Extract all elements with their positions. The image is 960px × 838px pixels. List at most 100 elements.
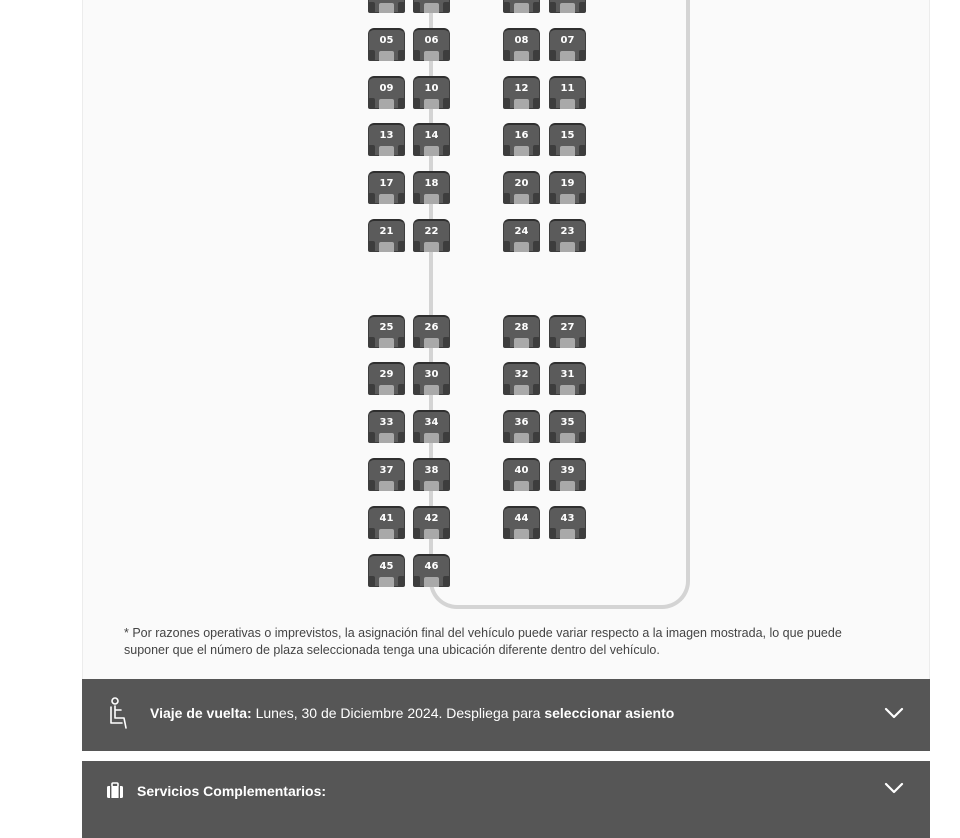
seat-cushion (424, 481, 439, 491)
seat-number: 16 (514, 130, 529, 141)
seat-07[interactable]: 07 (549, 28, 586, 61)
seat-armrest (413, 193, 420, 204)
seat-09[interactable]: 09 (368, 76, 405, 109)
seat-13[interactable]: 13 (368, 123, 405, 156)
seat-number: 40 (514, 465, 529, 476)
seat-15[interactable]: 15 (549, 123, 586, 156)
seat-armrest (443, 528, 450, 539)
seat-32[interactable]: 32 (503, 362, 540, 395)
seat-armrest (413, 50, 420, 61)
seat-29[interactable]: 29 (368, 362, 405, 395)
seat-armrest (443, 241, 450, 252)
seat-cushion (424, 529, 439, 539)
seat-armrest (443, 337, 450, 348)
seat-01[interactable]: 01 (368, 0, 405, 13)
chevron-down-icon[interactable] (884, 707, 904, 719)
seat-05[interactable]: 05 (368, 28, 405, 61)
seat-06[interactable]: 06 (413, 28, 450, 61)
seat-10[interactable]: 10 (413, 76, 450, 109)
seat-25[interactable]: 25 (368, 315, 405, 348)
seat-18[interactable]: 18 (413, 171, 450, 204)
return-trip-accordion[interactable]: Viaje de vuelta: Lunes, 30 de Diciembre … (82, 679, 930, 751)
seat-cushion (560, 529, 575, 539)
seat-armrest (579, 337, 586, 348)
seat-31[interactable]: 31 (549, 362, 586, 395)
seat-40[interactable]: 40 (503, 458, 540, 491)
seat-44[interactable]: 44 (503, 506, 540, 539)
seat-armrest (368, 145, 375, 156)
seat-armrest (398, 50, 405, 61)
seat-28[interactable]: 28 (503, 315, 540, 348)
seat-12[interactable]: 12 (503, 76, 540, 109)
seat-armrest (533, 480, 540, 491)
seat-armrest (579, 384, 586, 395)
seat-number: 32 (514, 369, 529, 380)
seat-armrest (398, 576, 405, 587)
seat-14[interactable]: 14 (413, 123, 450, 156)
seat-cushion (560, 99, 575, 109)
seat-45[interactable]: 45 (368, 554, 405, 587)
seat-08[interactable]: 08 (503, 28, 540, 61)
seat-cushion (514, 3, 529, 13)
seat-36[interactable]: 36 (503, 410, 540, 443)
seat-armrest (443, 432, 450, 443)
seat-23[interactable]: 23 (549, 219, 586, 252)
seat-43[interactable]: 43 (549, 506, 586, 539)
seat-26[interactable]: 26 (413, 315, 450, 348)
extras-label: Servicios Complementarios: (137, 783, 327, 799)
seat-22[interactable]: 22 (413, 219, 450, 252)
seat-cushion (379, 242, 394, 252)
extras-accordion[interactable]: Servicios Complementarios: (82, 761, 930, 838)
seat-cushion (379, 338, 394, 348)
seat-39[interactable]: 39 (549, 458, 586, 491)
seat-armrest (533, 2, 540, 13)
seat-armrest (368, 337, 375, 348)
seat-number: 34 (424, 417, 439, 428)
seat-armrest (579, 98, 586, 109)
return-trip-date: Lunes, 30 de Diciembre 2024. Despliega p… (255, 705, 541, 721)
seat-35[interactable]: 35 (549, 410, 586, 443)
seat-38[interactable]: 38 (413, 458, 450, 491)
seat-cushion (379, 481, 394, 491)
seat-34[interactable]: 34 (413, 410, 450, 443)
seat-02[interactable]: 02 (413, 0, 450, 13)
seat-33[interactable]: 33 (368, 410, 405, 443)
seat-cushion (514, 146, 529, 156)
seat-cushion (514, 99, 529, 109)
seat-41[interactable]: 41 (368, 506, 405, 539)
seat-cushion (514, 242, 529, 252)
seat-17[interactable]: 17 (368, 171, 405, 204)
seat-04[interactable]: 04 (503, 0, 540, 13)
seat-03[interactable]: 03 (549, 0, 586, 13)
seat-armrest (503, 145, 510, 156)
seat-46[interactable]: 46 (413, 554, 450, 587)
seat-30[interactable]: 30 (413, 362, 450, 395)
seat-42[interactable]: 42 (413, 506, 450, 539)
seat-armrest (443, 2, 450, 13)
return-trip-text: Viaje de vuelta: Lunes, 30 de Diciembre … (150, 705, 674, 721)
seat-cushion (424, 146, 439, 156)
seat-24[interactable]: 24 (503, 219, 540, 252)
seat-21[interactable]: 21 (368, 219, 405, 252)
seat-cushion (379, 385, 394, 395)
seat-armrest (398, 98, 405, 109)
seat-armrest (549, 98, 556, 109)
seat-armrest (503, 193, 510, 204)
seat-armrest (398, 432, 405, 443)
seat-armrest (368, 50, 375, 61)
seat-number: 17 (379, 178, 394, 189)
chevron-down-icon[interactable] (884, 782, 904, 794)
seat-cushion (424, 338, 439, 348)
seat-16[interactable]: 16 (503, 123, 540, 156)
seat-37[interactable]: 37 (368, 458, 405, 491)
seat-armrest (368, 98, 375, 109)
seat-cushion (560, 385, 575, 395)
select-seat-link[interactable]: seleccionar asiento (544, 705, 674, 721)
seat-19[interactable]: 19 (549, 171, 586, 204)
seat-armrest (533, 193, 540, 204)
seat-27[interactable]: 27 (549, 315, 586, 348)
seat-armrest (368, 576, 375, 587)
seat-20[interactable]: 20 (503, 171, 540, 204)
seat-11[interactable]: 11 (549, 76, 586, 109)
seat-cushion (424, 577, 439, 587)
